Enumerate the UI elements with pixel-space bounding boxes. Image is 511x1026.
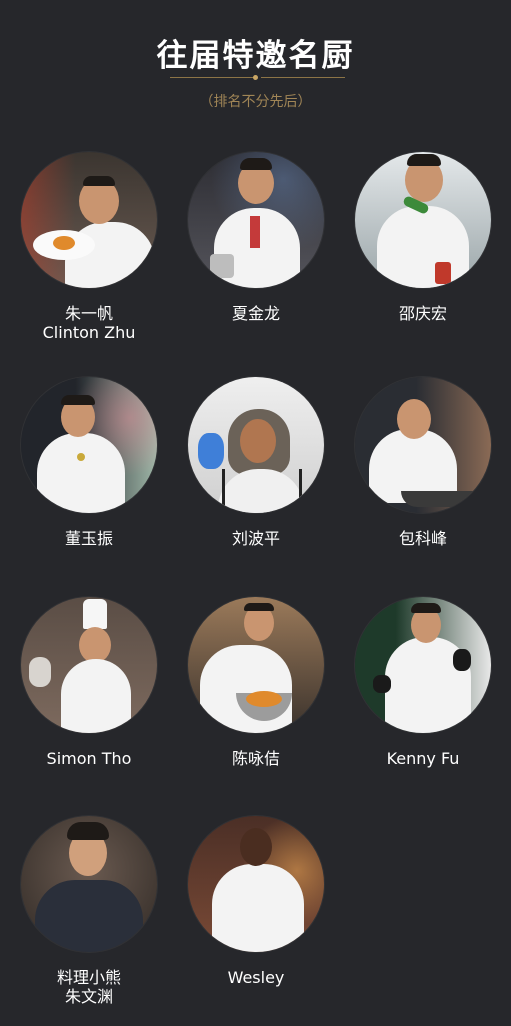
chef-name-line2: Clinton Zhu xyxy=(42,323,136,342)
chef-card[interactable]: 朱一帆 Clinton Zhu xyxy=(4,152,174,362)
chef-name: 包科峰 xyxy=(338,529,508,548)
chef-card[interactable]: 陈咏佶 xyxy=(171,597,341,807)
chef-avatar-photo[interactable] xyxy=(355,377,491,513)
chef-name-line1: Wesley xyxy=(227,968,285,987)
chef-name: 刘波平 xyxy=(171,529,341,548)
page-header: 往届特邀名厨 （排名不分先后） xyxy=(0,0,511,120)
chef-name-line1: 刘波平 xyxy=(231,529,280,548)
chef-name-line1: Simon Tho xyxy=(46,749,132,768)
chef-avatar-photo[interactable] xyxy=(355,152,491,288)
title-divider-dot xyxy=(253,75,258,80)
chef-name-line1: 陈咏佶 xyxy=(231,749,280,768)
title-divider-left xyxy=(170,77,254,78)
chef-card[interactable]: Wesley xyxy=(171,816,341,1026)
chef-name-line1: 邵庆宏 xyxy=(398,304,447,323)
chef-name: Simon Tho xyxy=(4,749,174,768)
chef-avatar-photo[interactable] xyxy=(21,152,157,288)
chef-name: Wesley xyxy=(171,968,341,987)
chef-name: 朱一帆 Clinton Zhu xyxy=(4,304,174,342)
chef-avatar-photo[interactable] xyxy=(188,152,324,288)
chef-avatar-photo[interactable] xyxy=(188,597,324,733)
chef-name-line2: 朱文渊 xyxy=(64,987,113,1006)
chef-name-line1: 夏金龙 xyxy=(231,304,280,323)
chef-card[interactable]: 刘波平 xyxy=(171,377,341,587)
page-title: 往届特邀名厨 xyxy=(156,38,355,74)
chef-avatar-photo[interactable] xyxy=(188,816,324,952)
chef-name: 邵庆宏 xyxy=(338,304,508,323)
chef-name-line1: 包科峰 xyxy=(398,529,447,548)
chef-card[interactable]: 夏金龙 xyxy=(171,152,341,362)
title-divider-right xyxy=(261,77,345,78)
page-subtitle: （排名不分先后） xyxy=(199,94,312,110)
chef-name-line1: 料理小熊 xyxy=(56,968,121,987)
chef-name: 夏金龙 xyxy=(171,304,341,323)
chef-name: 料理小熊 朱文渊 xyxy=(4,968,174,1006)
chef-name: 董玉振 xyxy=(4,529,174,548)
chef-avatar-photo[interactable] xyxy=(21,377,157,513)
chef-card[interactable]: 董玉振 xyxy=(4,377,174,587)
chef-name: 陈咏佶 xyxy=(171,749,341,768)
chef-card[interactable]: 料理小熊 朱文渊 xyxy=(4,816,174,1026)
chef-avatar-photo[interactable] xyxy=(21,597,157,733)
chef-name-line1: 董玉振 xyxy=(64,529,113,548)
chef-avatar-photo[interactable] xyxy=(188,377,324,513)
chef-card[interactable]: Kenny Fu xyxy=(338,597,508,807)
chef-card[interactable]: 包科峰 xyxy=(338,377,508,587)
chef-avatar-photo[interactable] xyxy=(355,597,491,733)
chef-name-line1: Kenny Fu xyxy=(386,749,460,768)
chef-card[interactable]: 邵庆宏 xyxy=(338,152,508,362)
chef-avatar-photo[interactable] xyxy=(21,816,157,952)
chef-card[interactable]: Simon Tho xyxy=(4,597,174,807)
chef-name-line1: 朱一帆 xyxy=(64,304,113,323)
chef-name: Kenny Fu xyxy=(338,749,508,768)
